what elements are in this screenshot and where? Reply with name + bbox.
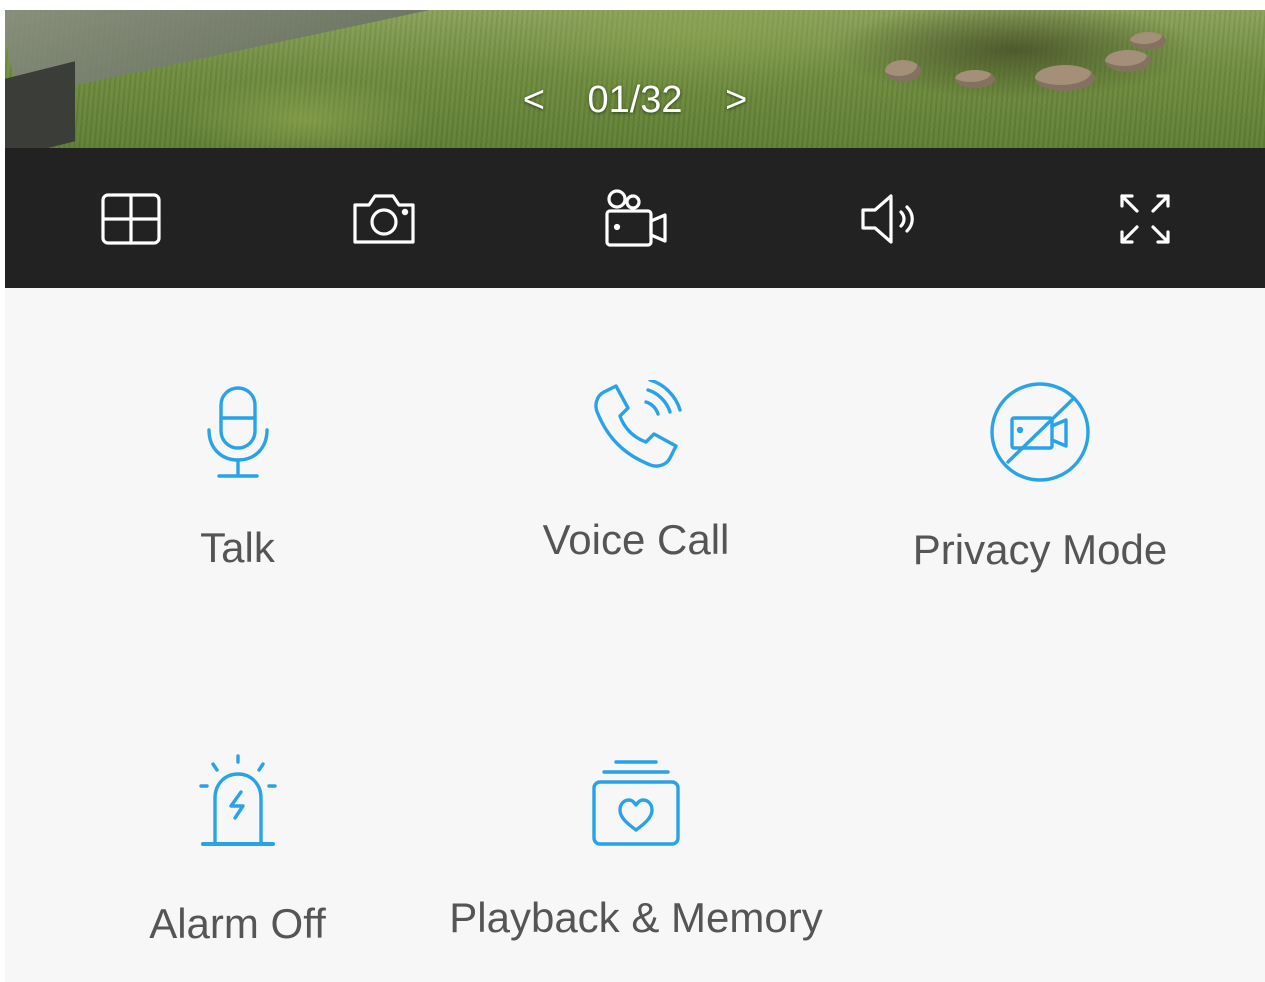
playback-memory-icon-wrap: [588, 758, 684, 850]
talk-icon-wrap: [203, 382, 273, 482]
app-frame: < 01/32 > Talk Voice Call Privacy Mode A…: [5, 10, 1265, 982]
speaker-icon: [861, 194, 914, 244]
microphone-icon: [206, 386, 269, 478]
camera-feed[interactable]: < 01/32 >: [5, 10, 1265, 148]
playback-memory-label: Playback & Memory: [449, 894, 823, 941]
alarm-off-label: Alarm Off: [149, 900, 326, 947]
snapshot-button[interactable]: [348, 183, 420, 255]
record-button[interactable]: [601, 183, 673, 255]
privacy-mode-label: Privacy Mode: [912, 526, 1168, 573]
feed-scenery-rock: [1105, 50, 1151, 72]
heart-album-icon: [592, 760, 680, 846]
talk-label: Talk: [200, 524, 275, 571]
fullscreen-icon: [1120, 194, 1170, 244]
voice-call-label: Voice Call: [542, 516, 730, 563]
next-camera-button[interactable]: >: [693, 79, 779, 122]
playback-memory-button[interactable]: Playback & Memory: [433, 758, 839, 942]
privacy-mode-button[interactable]: Privacy Mode: [890, 380, 1190, 574]
fullscreen-button[interactable]: [1109, 183, 1181, 255]
talk-button[interactable]: Talk: [135, 382, 340, 572]
grid-layout-icon: [101, 193, 161, 245]
alarm-siren-icon: [198, 754, 277, 846]
alarm-off-icon-wrap: [193, 752, 283, 852]
video-off-icon: [990, 382, 1090, 482]
alarm-off-button[interactable]: Alarm Off: [115, 752, 360, 948]
phone-call-icon: [594, 378, 682, 468]
feed-toolbar: [5, 148, 1265, 288]
prev-camera-button[interactable]: <: [491, 79, 577, 122]
sound-button[interactable]: [856, 183, 928, 255]
voice-call-icon-wrap: [590, 378, 682, 472]
camera-page-indicator: 01/32: [587, 79, 683, 122]
video-record-icon: [605, 189, 667, 247]
feed-scenery-rock: [1130, 32, 1166, 50]
voice-call-button[interactable]: Voice Call: [505, 378, 767, 564]
camera-pager: < 01/32 >: [5, 78, 1265, 122]
camera-icon: [353, 194, 415, 244]
privacy-mode-icon-wrap: [988, 380, 1092, 484]
layout-button[interactable]: [95, 183, 167, 255]
